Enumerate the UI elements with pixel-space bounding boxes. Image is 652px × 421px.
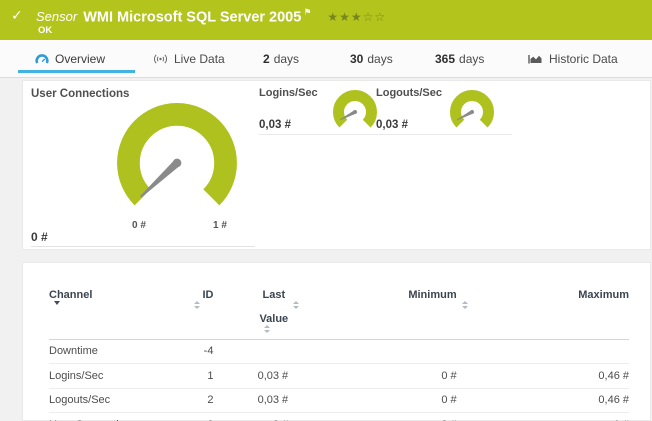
main-gauge-divider <box>31 246 255 247</box>
table-row-user-connections[interactable]: User Connections 0 0 # 0 # 1 # <box>49 413 629 421</box>
logouts-gauge <box>450 90 494 134</box>
column-header-maximum[interactable]: Maximum <box>457 289 629 309</box>
logins-gauge-tile: Logins/Sec 0,03 # <box>259 85 395 135</box>
channel-table: Channel ID LastValue Minimum Maximum Dow… <box>23 263 650 421</box>
cell-channel: Logins/Sec <box>49 370 189 382</box>
cell-id: 1 <box>189 370 214 382</box>
cell-last-value: 0,03 # <box>213 394 288 406</box>
cell-channel: Logouts/Sec <box>49 394 189 406</box>
gauge-icon <box>35 53 49 65</box>
gauges-panel: User Connections 0 # 1 # 0 # Logins/Sec … <box>22 80 651 250</box>
priority-star-rating[interactable]: ★★★☆☆ <box>327 10 386 24</box>
cell-minimum: 0 # <box>288 394 456 406</box>
cell-last-value: 0,03 # <box>213 370 288 382</box>
logouts-gauge-tile: Logouts/Sec 0,03 # <box>376 85 512 135</box>
active-tab-indicator <box>18 70 135 73</box>
cell-minimum: 0 # <box>288 370 456 382</box>
gauge-needle <box>138 157 183 200</box>
tab-overview-label: Overview <box>55 52 105 66</box>
table-row-logouts-sec[interactable]: Logouts/Sec 2 0,03 # 0 # 0,46 # <box>49 389 629 414</box>
main-gauge-title: User Connections <box>31 88 129 100</box>
tab-365-days[interactable]: 365 days <box>435 40 484 77</box>
sort-desc-icon <box>54 301 60 305</box>
cell-channel: Downtime <box>49 345 189 357</box>
logins-gauge-title: Logins/Sec <box>259 87 318 99</box>
logins-gauge <box>333 90 377 134</box>
table-row-logins-sec[interactable]: Logins/Sec 1 0,03 # 0 # 0,46 # <box>49 364 629 389</box>
cell-maximum: 0,46 # <box>457 370 629 382</box>
stars-filled: ★★★ <box>327 10 362 24</box>
tab-historic-data-label: Historic Data <box>549 52 618 66</box>
tab-2-days-number: 2 <box>263 52 270 66</box>
area-chart-icon <box>528 53 543 65</box>
tab-bar: Overview Live Data 2 days 30 days 365 da… <box>0 40 652 78</box>
main-gauge-scale-max: 1 # <box>203 220 237 231</box>
column-header-minimum[interactable]: Minimum <box>288 289 456 309</box>
priority-flag-icon[interactable]: ⚑ <box>303 7 311 17</box>
sensor-title-row: Sensor WMI Microsoft SQL Server 2005⚑ ★★★☆… <box>36 7 386 26</box>
sort-icon <box>293 301 456 309</box>
sensor-overview-page: ✓ Sensor WMI Microsoft SQL Server 2005⚑ ★★… <box>0 0 652 421</box>
sensor-status-text: OK <box>38 25 52 36</box>
sensor-kind-label: Sensor <box>36 9 77 24</box>
channel-table-panel: Channel ID LastValue Minimum Maximum Dow… <box>22 262 651 421</box>
column-header-id[interactable]: ID <box>189 289 214 309</box>
tab-live-data[interactable]: Live Data <box>153 40 225 77</box>
column-header-last-value[interactable]: LastValue <box>213 289 288 333</box>
tab-live-data-label: Live Data <box>174 52 225 66</box>
main-gauge-scale-min: 0 # <box>122 220 156 231</box>
sort-icon <box>462 301 629 309</box>
logouts-gauge-title: Logouts/Sec <box>376 87 442 99</box>
table-row-downtime[interactable]: Downtime -4 <box>49 340 629 365</box>
status-ok-check-icon: ✓ <box>11 7 23 24</box>
sort-icon <box>264 325 288 333</box>
user-connections-gauge <box>115 101 239 225</box>
logins-gauge-value: 0,03 # <box>259 119 291 131</box>
logouts-gauge-value: 0,03 # <box>376 119 408 131</box>
cell-id: -4 <box>189 345 214 357</box>
sensor-title: WMI Microsoft SQL Server 2005 <box>83 9 301 25</box>
tab-30-days-number: 30 <box>350 52 363 66</box>
tab-2-days-label: days <box>274 52 299 66</box>
broadcast-icon <box>153 53 168 65</box>
tab-historic-data[interactable]: Historic Data <box>528 40 618 77</box>
channel-table-header: Channel ID LastValue Minimum Maximum <box>49 289 629 340</box>
main-gauge-value: 0 # <box>31 230 48 244</box>
sensor-header-bar: ✓ Sensor WMI Microsoft SQL Server 2005⚑ ★★… <box>0 0 652 40</box>
cell-maximum: 0,46 # <box>457 394 629 406</box>
tab-365-days-number: 365 <box>435 52 455 66</box>
cell-id: 2 <box>189 394 214 406</box>
tab-2-days[interactable]: 2 days <box>263 40 299 77</box>
tab-30-days-label: days <box>367 52 392 66</box>
tab-365-days-label: days <box>459 52 484 66</box>
tab-30-days[interactable]: 30 days <box>350 40 393 77</box>
sort-icon <box>194 301 214 309</box>
stars-empty: ☆☆ <box>363 10 387 24</box>
column-header-channel[interactable]: Channel <box>49 289 189 305</box>
